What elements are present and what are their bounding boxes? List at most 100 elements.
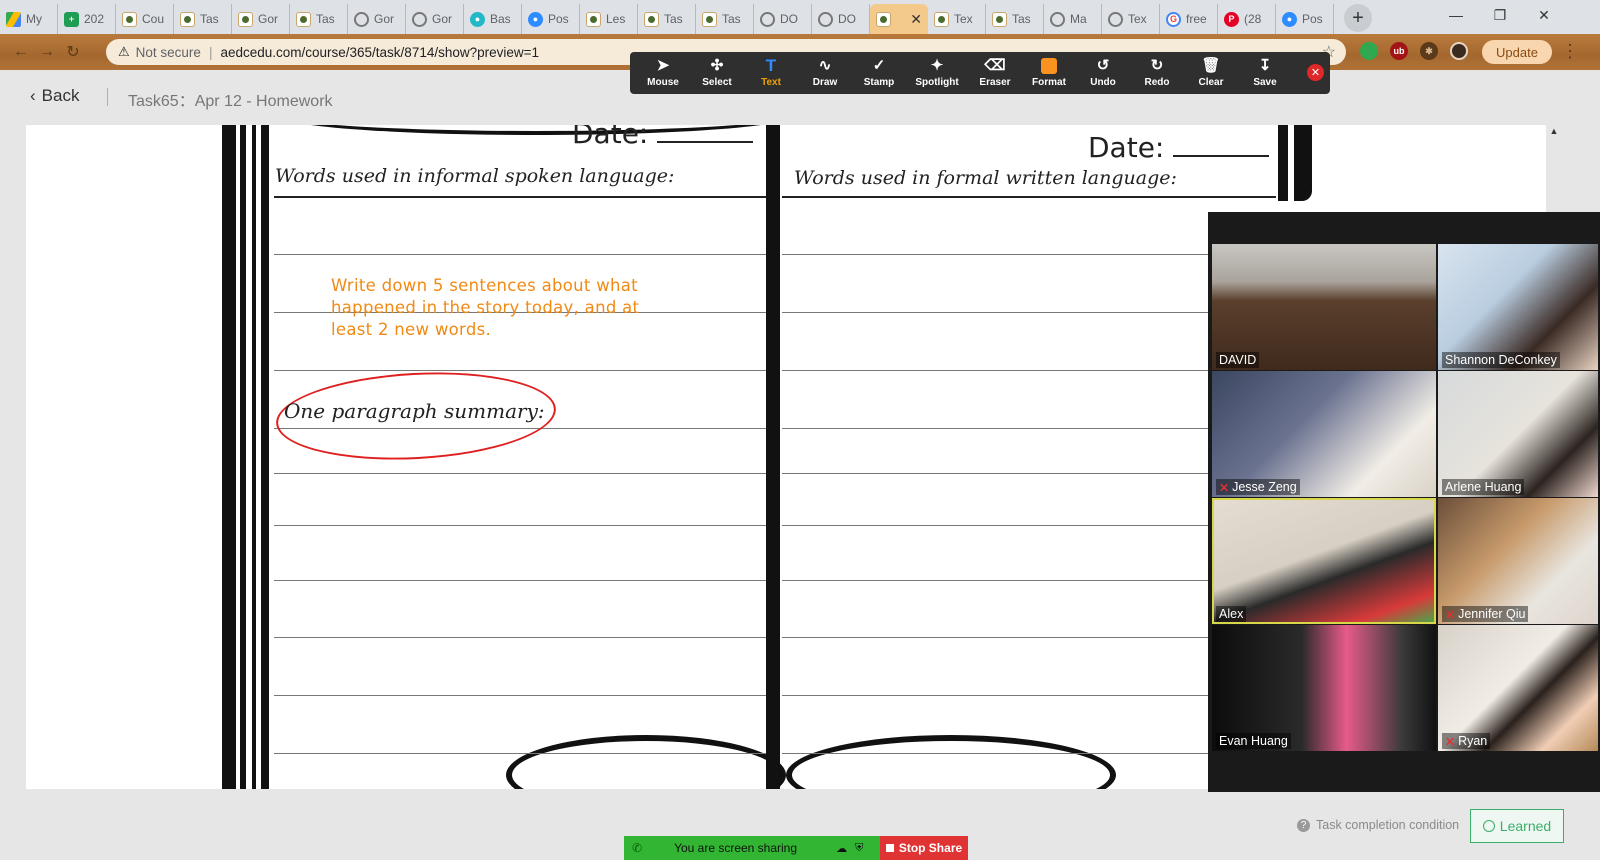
browser-menu-icon[interactable]: ⋮: [1560, 40, 1580, 64]
browser-tab[interactable]: Tex: [1102, 4, 1160, 34]
participant-video-tile[interactable]: ⨯ Ryan: [1438, 625, 1598, 751]
browser-tab[interactable]: ✕: [870, 4, 928, 34]
browser-tab[interactable]: ● Bas: [464, 4, 522, 34]
participant-name-tag: Arlene Huang: [1442, 479, 1525, 495]
browser-tab[interactable]: ● Pos: [522, 4, 580, 34]
ruled-line: [782, 637, 1212, 638]
screen-share-bar: ✆ You are screen sharing ☁ ⛨ Stop Share: [624, 836, 968, 860]
browser-tab[interactable]: Tas: [986, 4, 1044, 34]
doc-icon: [934, 11, 949, 27]
participant-video-tile[interactable]: Alex: [1212, 498, 1436, 624]
browser-tab[interactable]: ● Pos: [1276, 4, 1334, 34]
browser-tab[interactable]: Tas: [638, 4, 696, 34]
update-button[interactable]: Update: [1482, 40, 1552, 64]
reload-icon[interactable]: ↻: [60, 39, 86, 65]
annotate-tool-mouse[interactable]: ➤ Mouse: [636, 52, 690, 94]
browser-tab[interactable]: Tas: [174, 4, 232, 34]
browser-tab[interactable]: Gor: [232, 4, 290, 34]
browser-tab[interactable]: DO: [754, 4, 812, 34]
restore-button[interactable]: ❐: [1478, 0, 1522, 30]
browser-tab[interactable]: Tex: [928, 4, 986, 34]
back-arrow-icon[interactable]: ←: [8, 39, 34, 65]
annotate-tool-clear[interactable]: 🗑 Clear: [1184, 52, 1238, 94]
ruled-line: [274, 525, 766, 526]
browser-tab[interactable]: Gor: [406, 4, 464, 34]
forward-arrow-icon[interactable]: →: [34, 39, 60, 65]
task-completion-condition[interactable]: ? Task completion condition: [1297, 818, 1459, 832]
annotate-tool-format[interactable]: Format: [1022, 52, 1076, 94]
participant-video-tile[interactable]: ⨯ Jesse Zeng: [1212, 371, 1436, 497]
extension-ublock-icon[interactable]: ub: [1390, 42, 1408, 60]
video-gallery: DAVID Shannon DeConkey ⨯ Jesse Zeng Arlene H…: [1208, 212, 1600, 792]
doc-icon: [180, 11, 195, 27]
participant-name: Evan Huang: [1219, 734, 1288, 748]
annotation-instruction-text[interactable]: Write down 5 sentences about what happen…: [331, 275, 671, 341]
circle-icon: [1482, 820, 1495, 832]
move-icon: ✣: [710, 57, 724, 74]
learned-button[interactable]: Learned: [1470, 809, 1564, 843]
binder-frame-left-edge: [261, 125, 269, 789]
annotate-tool-undo[interactable]: ↺ Undo: [1076, 52, 1130, 94]
minimize-button[interactable]: —: [1434, 0, 1478, 30]
doc-icon: [876, 11, 891, 27]
new-tab-button[interactable]: +: [1344, 4, 1372, 32]
sharing-status[interactable]: ✆ You are screen sharing ☁ ⛨: [624, 836, 880, 860]
close-window-button[interactable]: ✕: [1522, 0, 1566, 30]
cloud-icon: ☁: [836, 842, 848, 855]
participant-video-tile[interactable]: Evan Huang: [1212, 625, 1436, 751]
doc-icon: [586, 11, 601, 27]
ruled-line: [274, 254, 766, 255]
ruled-line: [782, 428, 1212, 429]
eraser-icon: ⌫: [984, 57, 1006, 74]
globe-icon: [1108, 11, 1123, 27]
annotate-tool-eraser[interactable]: ⌫ Eraser: [968, 52, 1022, 94]
close-tab-icon[interactable]: ✕: [910, 11, 922, 28]
browser-tab[interactable]: Gfree: [1160, 4, 1218, 34]
participant-video-tile[interactable]: DAVID: [1212, 244, 1436, 370]
close-annotation-icon[interactable]: ✕: [1307, 64, 1324, 81]
participant-name: Jesse Zeng: [1232, 480, 1297, 494]
browser-tab[interactable]: P (28: [1218, 4, 1276, 34]
browser-tab-label: My: [26, 12, 42, 26]
binder-frame-right-edge: [1294, 125, 1312, 201]
annotate-tool-text[interactable]: T Text: [744, 52, 798, 94]
profile-avatar-icon[interactable]: [1450, 42, 1468, 60]
annotate-tool-redo[interactable]: ↻ Redo: [1130, 52, 1184, 94]
browser-tab-label: Gor: [374, 12, 395, 26]
url-text[interactable]: aedcedu.com/course/365/task/8714/show?pr…: [220, 45, 539, 60]
pointer-icon: ➤: [656, 57, 670, 74]
browser-tab[interactable]: DO: [812, 4, 870, 34]
muted-mic-icon: ⨯: [1219, 480, 1230, 494]
browser-tab[interactable]: Cou: [116, 4, 174, 34]
text-icon: T: [765, 56, 777, 75]
back-link[interactable]: ‹ Back: [30, 86, 79, 106]
participant-video-tile[interactable]: Shannon DeConkey: [1438, 244, 1598, 370]
annotate-tool-stamp[interactable]: ✓ Stamp: [852, 52, 906, 94]
browser-tab[interactable]: Les: [580, 4, 638, 34]
participant-video-tile[interactable]: ⨯ Jennifer Qiu: [1438, 498, 1598, 624]
browser-tab[interactable]: Ma: [1044, 4, 1102, 34]
globe-icon: [818, 11, 833, 27]
participant-name-tag: ⨯ Ryan: [1442, 733, 1491, 749]
annotate-tool-save[interactable]: ↧ Save: [1238, 52, 1292, 94]
sharing-status-label: You are screen sharing: [674, 841, 798, 855]
browser-tab-label: Gor: [258, 12, 279, 26]
scroll-up-arrow-icon[interactable]: ▲: [1546, 126, 1562, 142]
stop-share-button[interactable]: Stop Share: [880, 836, 968, 860]
browser-tab[interactable]: Tas: [290, 4, 348, 34]
browser-tab[interactable]: My: [0, 4, 58, 34]
browser-tab[interactable]: Tas: [696, 4, 754, 34]
browser-tab[interactable]: +202: [58, 4, 116, 34]
zoom-icon: ●: [1282, 11, 1297, 27]
annotate-tool-select[interactable]: ✣ Select: [690, 52, 744, 94]
extension-green-icon[interactable]: [1360, 42, 1378, 60]
participant-name-tag: Shannon DeConkey: [1442, 352, 1560, 368]
teal-icon: ●: [470, 11, 485, 27]
browser-tab[interactable]: Gor: [348, 4, 406, 34]
participant-video-tile[interactable]: Arlene Huang: [1438, 371, 1598, 497]
annotate-tool-spotlight[interactable]: ✦ Spotlight: [906, 52, 968, 94]
doc-icon: [122, 11, 137, 27]
doc-icon: [644, 11, 659, 27]
extensions-puzzle-icon[interactable]: ✱: [1420, 42, 1438, 60]
annotate-tool-draw[interactable]: ∿ Draw: [798, 52, 852, 94]
